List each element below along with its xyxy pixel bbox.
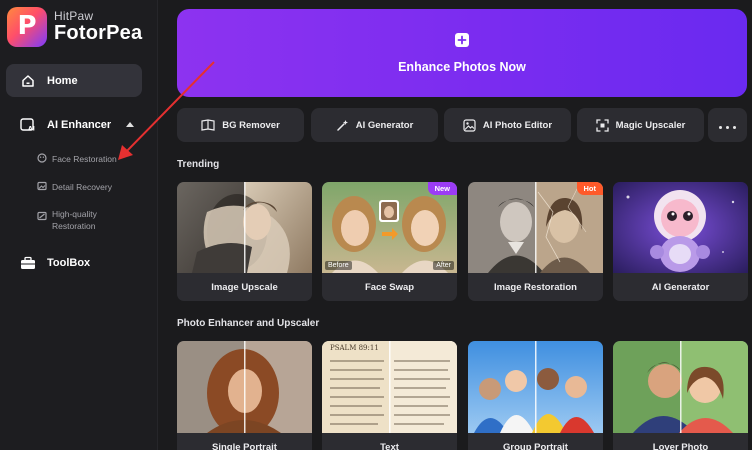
fotorpea-logo-icon: P: [7, 7, 47, 47]
sidebar-item-label: ToolBox: [47, 257, 91, 269]
sidebar-item-toolbox[interactable]: ToolBox: [20, 253, 90, 273]
group-portrait-thumbnail: [468, 341, 603, 433]
toolbox-icon: [21, 256, 35, 269]
card-face-swap[interactable]: New Before After Face Swap: [322, 182, 457, 301]
card-title: Face Swap: [364, 281, 415, 293]
ai-enhancer-icon: AI: [20, 118, 35, 133]
sidebar-item-label: AI Enhancer: [47, 119, 112, 131]
photo-enhancer-title: Photo Enhancer and Upscaler: [177, 318, 320, 329]
card-text[interactable]: PSALM 89:11 Text: [322, 341, 457, 450]
more-tools-button[interactable]: [708, 108, 747, 142]
card-title: Text: [380, 441, 399, 450]
ai-generator-thumbnail: [613, 182, 748, 273]
sidebar-item-label: Face Restoration: [52, 154, 117, 164]
card-title: Group Portrait: [503, 441, 568, 450]
trending-title: Trending: [177, 159, 220, 170]
psalm-header: PSALM 89:11: [330, 344, 379, 352]
sidebar-item-label: Detail Recovery: [52, 182, 112, 192]
card-group-portrait[interactable]: Group Portrait: [468, 341, 603, 450]
after-tag: After: [433, 261, 454, 270]
card-title: AI Generator: [651, 281, 710, 293]
collapse-caret-icon[interactable]: [126, 122, 134, 127]
svg-text:AI: AI: [28, 126, 35, 133]
card-lover-photo[interactable]: Lover Photo: [613, 341, 748, 450]
text-thumbnail: PSALM 89:11: [322, 341, 457, 433]
card-title: Image Upscale: [211, 281, 278, 293]
hero-label: Enhance Photos Now: [398, 59, 526, 74]
ai-generator-icon: [336, 119, 348, 131]
more-icon: [717, 116, 738, 134]
image-upscale-thumbnail: [177, 182, 312, 273]
sidebar-item-detail-recovery[interactable]: Detail Recovery: [37, 181, 112, 193]
brand-name: FotorPea: [54, 21, 143, 44]
card-ai-generator[interactable]: AI Generator: [613, 182, 748, 301]
bg-remover-button[interactable]: BG Remover: [177, 108, 304, 142]
magic-upscaler-button[interactable]: Magic Upscaler: [577, 108, 704, 142]
upscaler-icon: [595, 118, 609, 132]
hot-badge: Hot: [576, 182, 603, 195]
brand-sub: HitPaw: [54, 9, 94, 24]
plus-icon: [455, 32, 469, 47]
ai-generator-button[interactable]: AI Generator: [311, 108, 438, 142]
single-portrait-thumbnail: [177, 341, 312, 433]
image-restoration-thumbnail: Hot: [468, 182, 603, 273]
lover-photo-thumbnail: [613, 341, 748, 433]
sidebar-item-label: Home: [47, 74, 78, 87]
face-swap-thumbnail: New Before After: [322, 182, 457, 273]
sidebar: P HitPaw FotorPea Home AI AI Enhancer Fa…: [0, 0, 158, 450]
card-image-upscale[interactable]: Image Upscale: [177, 182, 312, 301]
sidebar-item-face-restoration[interactable]: Face Restoration: [37, 153, 117, 165]
sidebar-item-hq-restoration[interactable]: High-quality Restoration: [37, 208, 97, 232]
face-restoration-icon: [37, 153, 47, 163]
sidebar-item-home[interactable]: Home: [6, 64, 142, 97]
ai-photo-editor-button[interactable]: AI Photo Editor: [444, 108, 571, 142]
hq-restoration-icon: [37, 211, 47, 221]
enhance-photos-now-button[interactable]: Enhance Photos Now: [177, 9, 747, 97]
before-tag: Before: [325, 261, 352, 270]
card-title: Lover Photo: [652, 441, 709, 450]
new-badge: New: [427, 182, 457, 195]
card-title: Image Restoration: [494, 281, 577, 293]
brand: P HitPaw FotorPea: [7, 7, 142, 47]
photo-editor-icon: [463, 118, 476, 132]
bg-remover-icon: [201, 119, 215, 131]
card-single-portrait[interactable]: Single Portrait: [177, 341, 312, 450]
home-icon: [22, 74, 34, 87]
card-title: Single Portrait: [212, 441, 277, 450]
detail-recovery-icon: [37, 181, 47, 191]
sidebar-item-ai-enhancer[interactable]: AI AI Enhancer: [20, 115, 140, 135]
sidebar-item-label: High-quality Restoration: [52, 209, 97, 231]
quick-tools: BG Remover AI Generator AI Photo Editor …: [177, 108, 747, 142]
card-image-restoration[interactable]: Hot Image Restoration: [468, 182, 603, 301]
